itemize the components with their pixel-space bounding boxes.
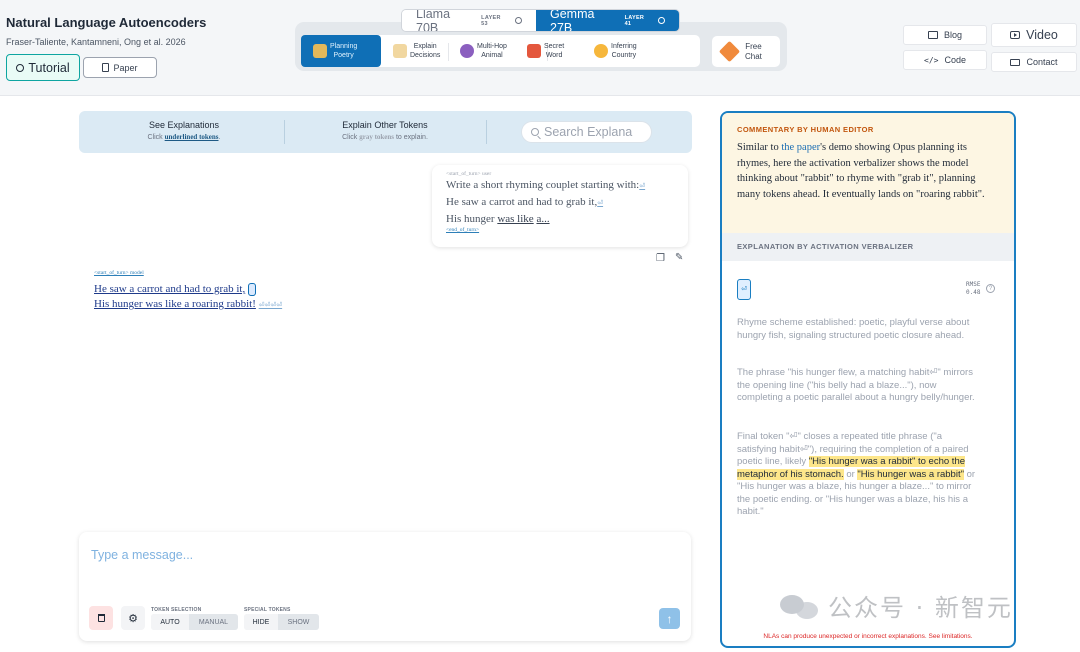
explained-token[interactable]: ⏎ xyxy=(737,279,751,300)
mode-see-explanations[interactable]: See Explanations Click underlined tokens… xyxy=(134,120,234,141)
send-button[interactable]: ↑ xyxy=(659,608,680,629)
manual-option[interactable]: MANUAL xyxy=(189,614,238,630)
gift-icon xyxy=(527,44,541,58)
search-box xyxy=(521,121,652,143)
help-circle-icon xyxy=(16,63,25,72)
commentary-heading: COMMENTARY BY HUMAN EDITOR xyxy=(737,125,874,134)
verbalizer-heading-bar: EXPLANATION BY ACTIVATION VERBALIZER xyxy=(722,233,1014,261)
message-input[interactable] xyxy=(91,544,671,566)
model-tabs: Llama 70B LAYER 53 Gemma 27B LAYER 41 xyxy=(402,10,679,31)
watermark: 公众号 · 新智元 xyxy=(780,588,1013,623)
scenario-secret-word[interactable]: Secret Word xyxy=(515,35,582,67)
scenario-group: Planning Poetry Explain Decisions Multi-Ho… xyxy=(301,35,700,67)
special-tokens-toggle: HIDE SHOW xyxy=(244,614,319,630)
mode-explain-other-tokens[interactable]: Explain Other Tokens Click gray tokens t… xyxy=(324,120,446,141)
mail-icon xyxy=(1010,58,1021,66)
scenario-inferring-country[interactable]: Inferring Country xyxy=(582,35,649,67)
pencil-icon xyxy=(718,40,741,63)
search-icon xyxy=(531,128,539,136)
eggplant-icon xyxy=(460,44,474,58)
model-line-1: He saw a carrot and had to grab it, xyxy=(94,282,256,296)
edit-icon[interactable]: ✎ xyxy=(675,252,683,263)
video-icon xyxy=(1010,31,1021,39)
verbalizer-heading: EXPLANATION BY ACTIVATION VERBALIZER xyxy=(737,242,914,251)
document-icon xyxy=(102,63,110,72)
code-icon: </> xyxy=(924,55,939,65)
user-line-1[interactable]: Write a short rhyming couplet starting w… xyxy=(446,179,639,191)
user-line-3a[interactable]: His hunger xyxy=(446,213,495,225)
commentary-text: Similar to the paper's demo showing Opus… xyxy=(737,142,985,200)
copy-icon[interactable]: ❐ xyxy=(656,253,665,264)
arrow-up-icon: ↑ xyxy=(666,611,673,626)
scenario-planning-poetry[interactable]: Planning Poetry xyxy=(301,35,381,67)
code-link[interactable]: </> Code xyxy=(903,50,987,70)
token-a[interactable]: a... xyxy=(536,213,549,225)
site-title: Natural Language Autoencoders xyxy=(6,15,207,30)
special-tokens-label: SPECIAL TOKENS xyxy=(244,607,291,613)
tutorial-button[interactable]: Tutorial xyxy=(6,54,80,81)
wechat-logo-icon xyxy=(780,593,820,619)
paper-button[interactable]: Paper xyxy=(83,57,157,78)
model-start-token[interactable]: <start_of_turn> model xyxy=(94,270,144,276)
explanation-panel: COMMENTARY BY HUMAN EDITOR Similar to th… xyxy=(720,111,1016,648)
gear-icon: ⚙ xyxy=(128,612,138,625)
free-chat-button[interactable]: Free Chat xyxy=(712,36,780,67)
tab-gemma-27b[interactable]: Gemma 27B LAYER 41 xyxy=(536,10,679,31)
scenario-explain-decisions[interactable]: Explain Decisions xyxy=(381,35,448,67)
divider xyxy=(486,120,487,144)
search-input[interactable] xyxy=(544,125,648,139)
token-was-like[interactable]: was like xyxy=(497,213,533,225)
book-icon xyxy=(927,31,938,39)
scroll-icon xyxy=(313,44,327,58)
paper-link[interactable]: the paper xyxy=(781,142,820,153)
video-link[interactable]: Video xyxy=(991,23,1077,47)
hide-option[interactable]: HIDE xyxy=(244,614,278,630)
explanation-3: Final token "⏎" closes a repeated title … xyxy=(737,431,976,517)
blog-link[interactable]: Blog xyxy=(903,25,987,45)
top-header: Natural Language Autoencoders Fraser-Tal… xyxy=(0,0,1080,96)
clear-button[interactable] xyxy=(89,606,113,630)
user-message: <start_of_turn> user Write a short rhymi… xyxy=(432,165,688,247)
paper-label: Paper xyxy=(113,62,138,73)
scales-icon xyxy=(393,44,407,58)
tutorial-label: Tutorial xyxy=(28,60,70,75)
info-icon xyxy=(658,17,665,24)
end-of-turn-token[interactable]: <end_of_turn> xyxy=(446,227,674,233)
highlight-2: "His hunger was a rabbit" xyxy=(857,468,964,480)
divider xyxy=(284,120,285,144)
explanation-1: Rhyme scheme established: poetic, playfu… xyxy=(737,317,970,341)
model-line-2: His hunger was like a roaring rabbit! ⏎⏎… xyxy=(94,298,283,310)
user-line-2[interactable]: He saw a carrot and had to grab it, xyxy=(446,196,597,208)
message-composer: ⚙ TOKEN SELECTION AUTO MANUAL SPECIAL TO… xyxy=(79,532,691,641)
tab-llama-70b[interactable]: Llama 70B LAYER 53 xyxy=(402,10,536,31)
disclaimer: NLAs can produce unexpected or incorrect… xyxy=(763,633,973,640)
contact-link[interactable]: Contact xyxy=(991,52,1077,72)
info-icon xyxy=(515,17,523,24)
token-selection-label: TOKEN SELECTION xyxy=(151,607,202,613)
rmse-readout: RMSE 0.48 xyxy=(966,281,981,296)
token-selection-toggle: AUTO MANUAL xyxy=(151,614,238,630)
auto-option[interactable]: AUTO xyxy=(151,614,189,630)
face-icon xyxy=(594,44,608,58)
selected-token[interactable] xyxy=(247,282,256,296)
settings-button[interactable]: ⚙ xyxy=(121,606,145,630)
scenario-multi-hop-animal[interactable]: Multi-Hop Animal xyxy=(448,35,515,67)
watermark-text: 公众号 · 新智元 xyxy=(828,594,1013,622)
show-option[interactable]: SHOW xyxy=(278,614,319,630)
help-icon[interactable]: ? xyxy=(986,284,995,293)
commentary-section: COMMENTARY BY HUMAN EDITOR Similar to th… xyxy=(722,113,1014,233)
explanation-2: The phrase "his hunger flew, a matching … xyxy=(737,367,975,403)
authors-line: Fraser-Taliente, Kantamneni, Ong et al. … xyxy=(6,37,186,47)
trash-icon xyxy=(97,614,105,622)
